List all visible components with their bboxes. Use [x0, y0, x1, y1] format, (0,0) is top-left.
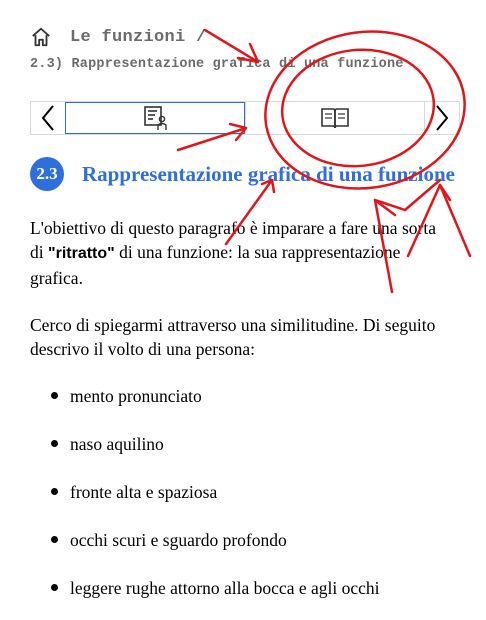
list-item-text: mento pronunciato: [70, 386, 202, 406]
section-navbar: [30, 101, 460, 135]
breadcrumb: Le funzioni /: [30, 26, 207, 48]
home-icon[interactable]: [30, 26, 52, 48]
breadcrumb-subtitle: 2.3) Rappresentazione grafica di una fun…: [30, 57, 404, 72]
teacher-board-icon: [144, 106, 167, 130]
section-heading: 2.3 Rappresentazione grafica di una funz…: [30, 157, 455, 191]
prev-button[interactable]: [31, 102, 65, 134]
section-title: Rappresentazione grafica di una funzione: [82, 161, 455, 186]
next-button[interactable]: [425, 102, 459, 134]
breadcrumb-title-link[interactable]: Le funzioni /: [70, 28, 207, 47]
list-item-text: occhi scuri e sguardo profondo: [70, 530, 287, 550]
list-item: mento pronunciato: [30, 380, 380, 428]
tab-book[interactable]: [245, 102, 425, 134]
open-book-icon: [321, 108, 349, 129]
list-item: occhi scuri e sguardo profondo: [30, 524, 380, 572]
section-number-badge: 2.3: [30, 157, 64, 191]
simile-paragraph: Cerco di spiegarmi attraverso una simili…: [30, 315, 436, 359]
list-item: leggere rughe attorno alla bocca e agli …: [30, 572, 380, 620]
bullet-dot: [51, 584, 58, 591]
list-item-text: leggere rughe attorno alla bocca e agli …: [70, 578, 380, 598]
list-item-text: naso aquilino: [70, 434, 164, 454]
intro-emphasis: "ritratto": [48, 245, 115, 262]
list-item: fronte alta e spaziosa: [30, 476, 380, 524]
chevron-left-icon: [41, 105, 54, 131]
chevron-right-icon: [436, 105, 449, 131]
annotation-stroke-2: [373, 198, 407, 212]
bullet-dot: [51, 392, 58, 399]
list-item: naso aquilino: [30, 428, 380, 476]
bullet-dot: [51, 440, 58, 447]
bullet-dot: [51, 488, 58, 495]
face-description-list: mento pronunciato naso aquilino fronte a…: [30, 380, 380, 620]
bullet-dot: [51, 536, 58, 543]
tab-lesson[interactable]: [65, 102, 245, 134]
intro-paragraph: L'obiettivo di questo paragrafo è impara…: [30, 216, 450, 290]
list-item-text: fronte alta e spaziosa: [70, 482, 218, 502]
